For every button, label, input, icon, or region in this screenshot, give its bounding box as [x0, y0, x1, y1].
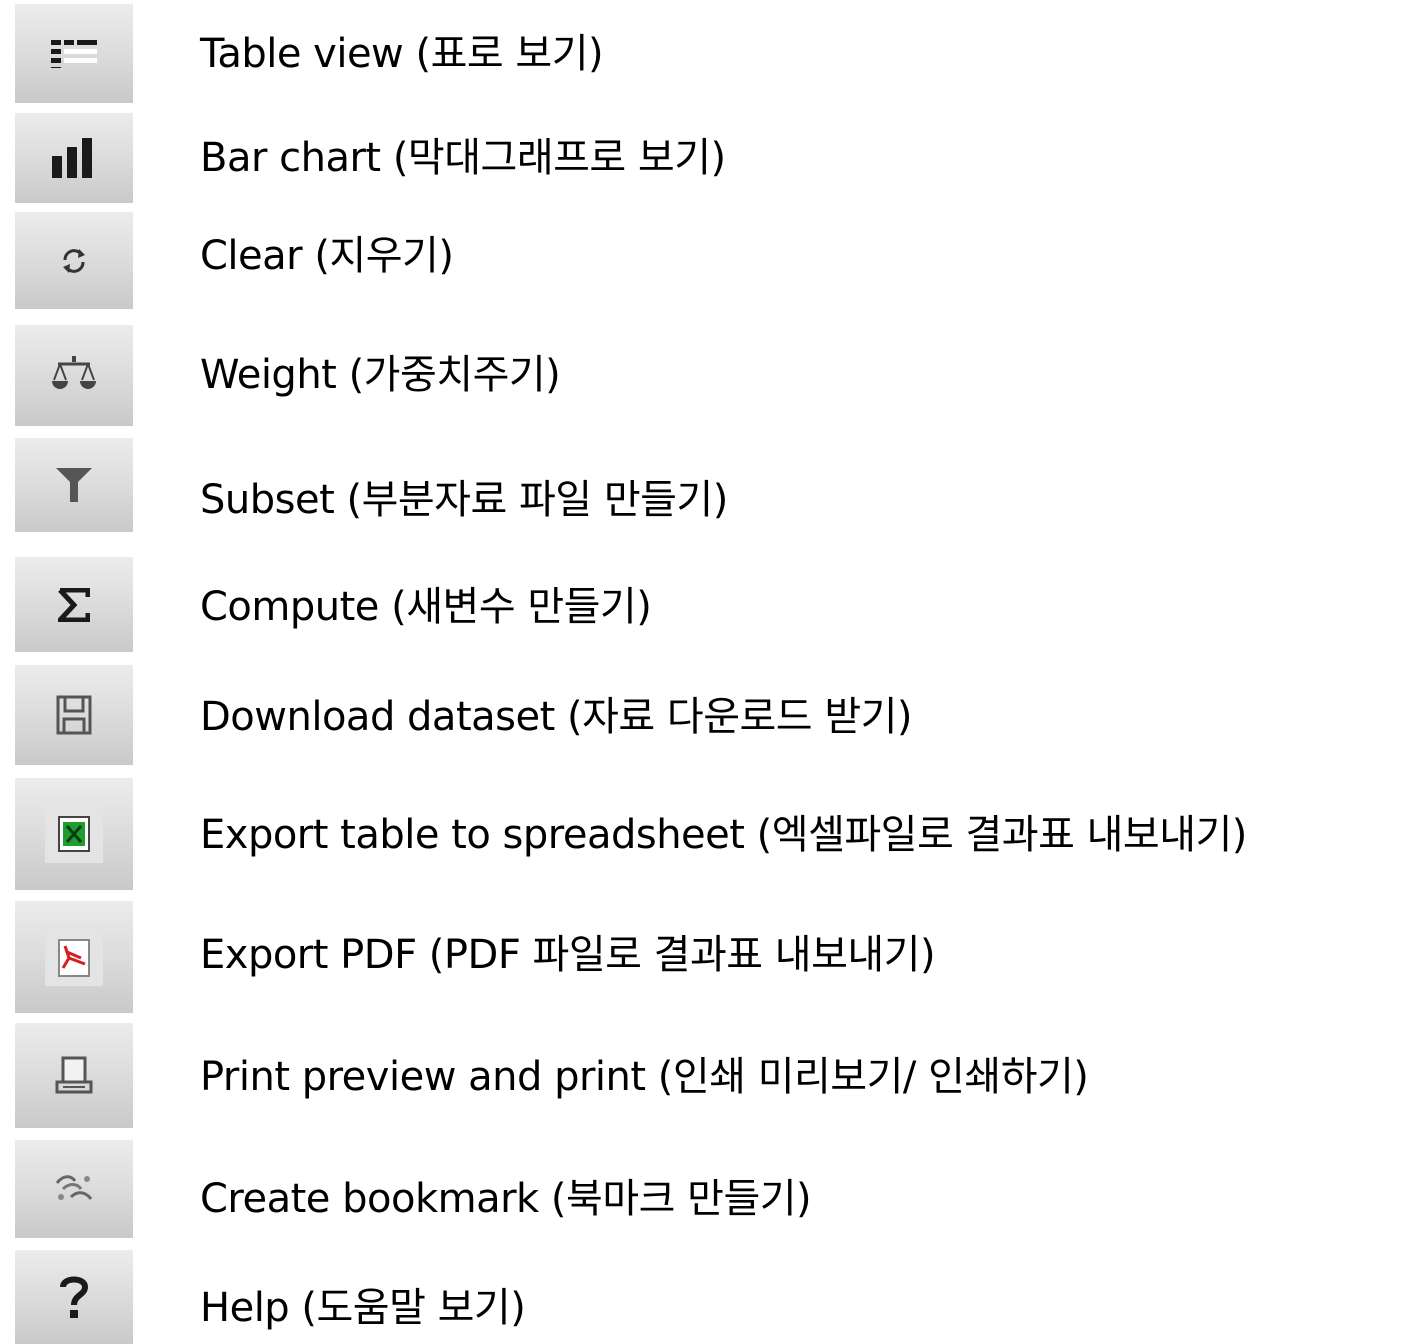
compute-button[interactable]: [15, 557, 133, 652]
print-button[interactable]: [15, 1023, 133, 1128]
weight-label: Weight (가중치주기): [200, 352, 561, 398]
table-view-label: Table view (표로 보기): [200, 31, 604, 77]
create-bookmark-button[interactable]: [15, 1140, 133, 1238]
subset-button[interactable]: [15, 438, 133, 532]
create-bookmark-label: Create bookmark (북마크 만들기): [200, 1176, 812, 1222]
help-label: Help (도움말 보기): [200, 1285, 526, 1331]
clear-icon: [63, 248, 85, 273]
filter-icon: [56, 468, 92, 502]
bookmark-icon: [55, 1175, 93, 1200]
weight-button[interactable]: [15, 325, 133, 426]
download-dataset-label: Download dataset (자료 다운로드 받기): [200, 694, 913, 740]
sigma-icon: [58, 587, 90, 622]
export-pdf-button[interactable]: [15, 901, 133, 1013]
floppy-disk-icon: [56, 695, 92, 735]
help-button[interactable]: [15, 1250, 133, 1344]
excel-icon: [45, 805, 103, 863]
table-view-button[interactable]: [15, 4, 133, 103]
export-pdf-label: Export PDF (PDF 파일로 결과표 내보내기): [200, 932, 936, 978]
clear-button[interactable]: [15, 212, 133, 309]
export-spreadsheet-label: Export table to spreadsheet (엑셀파일로 결과표 내…: [200, 812, 1247, 858]
download-dataset-button[interactable]: [15, 665, 133, 765]
clear-label: Clear (지우기): [200, 233, 454, 279]
bar-chart-icon: [52, 138, 92, 178]
subset-label: Subset (부분자료 파일 만들기): [200, 477, 728, 523]
print-label: Print preview and print (인쇄 미리보기/ 인쇄하기): [200, 1054, 1089, 1100]
table-view-icon: [51, 39, 97, 68]
weight-scale-icon: [52, 355, 96, 389]
pdf-icon: [45, 928, 103, 986]
help-icon: [60, 1276, 89, 1318]
bar-chart-button[interactable]: [15, 113, 133, 203]
compute-label: Compute (새변수 만들기): [200, 584, 652, 630]
export-spreadsheet-button[interactable]: [15, 778, 133, 890]
printer-icon: [55, 1056, 93, 1093]
bar-chart-label: Bar chart (막대그래프로 보기): [200, 135, 726, 181]
